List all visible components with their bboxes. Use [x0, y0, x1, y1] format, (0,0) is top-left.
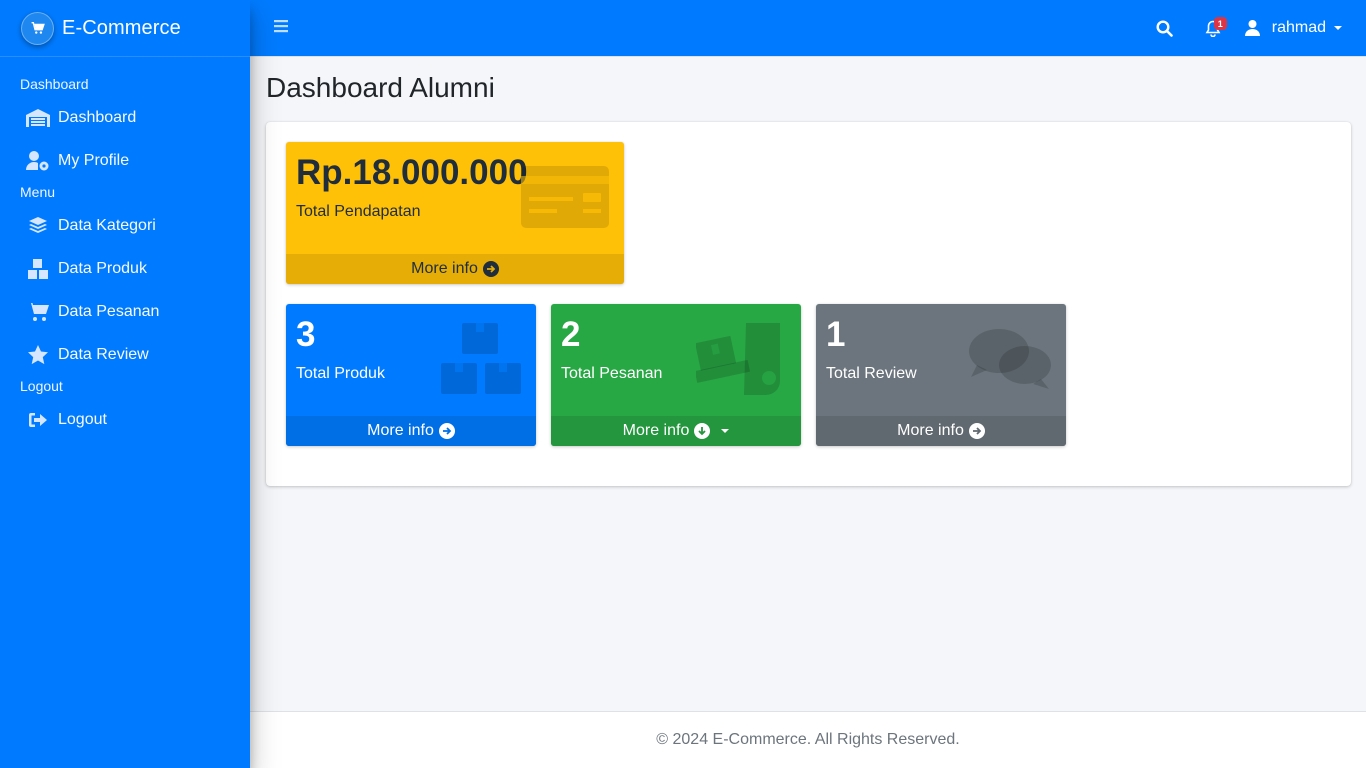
arrow-circle-down-icon [694, 423, 711, 439]
comments-icon [969, 329, 1051, 389]
credit-card-icon [521, 166, 609, 228]
arrow-circle-right-icon [482, 261, 499, 277]
sidebar-item-logout[interactable]: Logout [0, 398, 250, 441]
search-button[interactable] [1145, 8, 1185, 48]
sidebar-item-my-profile[interactable]: My Profile [0, 139, 250, 182]
sidebar-item-label: My Profile [58, 151, 130, 169]
page-footer: © 2024 E-Commerce. All Rights Reserved. [250, 711, 1366, 768]
sidebar-item-label: Dashboard [58, 108, 137, 126]
sidebar-item-data-pesanan[interactable]: Data Pesanan [0, 290, 250, 333]
navbar-right: 1 rahmad [1145, 0, 1366, 56]
more-info-label: More info [411, 260, 478, 277]
notification-badge: 1 [1213, 17, 1227, 30]
reviews-box: 1 Total Review More info [816, 304, 1066, 446]
boxes-icon [441, 323, 521, 394]
layers-icon [26, 216, 50, 236]
more-info-label: More info [367, 422, 434, 439]
revenue-box: Rp.18.000.000 Total Pendapatan More info [286, 142, 624, 284]
more-info-label: More info [622, 422, 690, 439]
sidebar: E-Commerce Dashboard Dashboard My Profil… [0, 0, 250, 768]
cart-icon [31, 21, 45, 34]
sidebar-item-label: Data Kategori [58, 216, 156, 234]
sidebar-nav: Dashboard Dashboard My Profile Menu Data… [0, 57, 250, 441]
boxes-icon [26, 258, 50, 279]
orders-more-info-link[interactable]: More info [551, 416, 801, 446]
nav-header-dashboard: Dashboard [20, 76, 89, 92]
sign-out-icon [26, 410, 50, 430]
sidebar-item-data-review[interactable]: Data Review [0, 333, 250, 376]
star-icon [26, 344, 50, 365]
top-navbar: 1 rahmad [250, 0, 1366, 57]
menu-toggle-icon[interactable] [274, 19, 288, 38]
main-content: Dashboard Alumni Rp.18.000.000 Total Pen… [250, 57, 1366, 711]
user-menu[interactable]: rahmad [1233, 19, 1366, 37]
user-icon [1244, 20, 1260, 36]
more-info-label: More info [897, 422, 964, 439]
brand-name: E-Commerce [62, 16, 181, 39]
brand-logo [21, 11, 54, 45]
sidebar-item-label: Data Pesanan [58, 302, 160, 320]
stats-card: Rp.18.000.000 Total Pendapatan More info… [266, 122, 1351, 486]
notifications-button[interactable]: 1 [1193, 8, 1233, 48]
revenue-more-info-link[interactable]: More info [286, 254, 624, 284]
brand-link[interactable]: E-Commerce [0, 0, 250, 57]
sidebar-item-label: Logout [58, 410, 107, 428]
cart-icon [26, 302, 50, 322]
nav-header-logout: Logout [20, 378, 63, 394]
sidebar-item-label: Data Produk [58, 259, 147, 277]
arrow-circle-right-icon [968, 423, 985, 439]
arrow-circle-right-icon [438, 423, 455, 439]
chevron-down-icon [1334, 26, 1342, 30]
chevron-down-icon [721, 429, 730, 433]
products-more-info-link[interactable]: More info [286, 416, 536, 446]
sidebar-item-label: Data Review [58, 345, 149, 363]
nav-header-menu: Menu [20, 184, 56, 200]
username: rahmad [1271, 19, 1326, 36]
user-cog-icon [26, 150, 50, 171]
dolly-icon [696, 323, 780, 395]
search-icon [1156, 19, 1174, 37]
reviews-more-info-link[interactable]: More info [816, 416, 1066, 446]
copyright-text: © 2024 E-Commerce. All Rights Reserved. [656, 731, 960, 748]
sidebar-item-data-produk[interactable]: Data Produk [0, 247, 250, 290]
sidebar-item-data-kategori[interactable]: Data Kategori [0, 204, 250, 247]
warehouse-icon [26, 108, 50, 128]
products-box: 3 Total Produk More info [286, 304, 536, 446]
sidebar-item-dashboard[interactable]: Dashboard [0, 96, 250, 139]
orders-box: 2 Total Pesanan More info [551, 304, 801, 446]
page-title: Dashboard Alumni [266, 72, 495, 103]
